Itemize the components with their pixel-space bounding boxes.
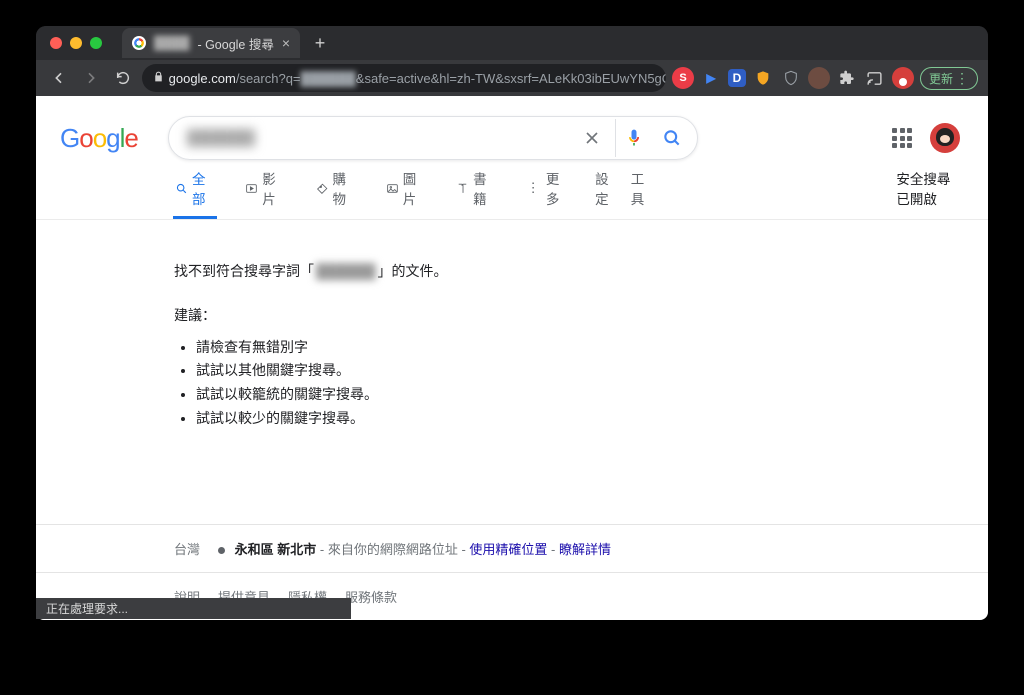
list-item: 試試以較籠統的關鍵字搜尋。 [196, 383, 988, 407]
noresult-post: 」的文件。 [378, 263, 448, 279]
address-domain: google.com [169, 71, 236, 86]
footer-location-row: 台灣 永和區 新北市 - 來自你的網際網路位址 - 使用精確位置 - 瞭解詳情 [36, 524, 988, 572]
tab-books-label: 書籍 [473, 168, 496, 208]
google-favicon-icon [132, 36, 146, 50]
tab-images-label: 圖片 [403, 168, 426, 208]
tab-title-blurred: ████ [154, 36, 189, 50]
suggestions-list: 請檢查有無錯別字 試試以其他關鍵字搜尋。 試試以較籠統的關鍵字搜尋。 試試以較少… [196, 336, 988, 431]
search-box[interactable] [168, 116, 698, 160]
footer-loc-suffix: - 來自你的網際網路位址 - [320, 542, 470, 557]
no-results-message: 找不到符合搜尋字詞「██████」的文件。 [174, 260, 988, 284]
toolbar: google.com /search?q= ██████ &safe=activ… [36, 60, 988, 96]
tab-books[interactable]: 書籍 [454, 168, 498, 219]
lock-icon [152, 70, 165, 86]
learn-more-link[interactable]: 瞭解詳情 [559, 542, 611, 557]
noresult-term-blurred: ██████ [314, 263, 378, 279]
window-close-button[interactable] [50, 37, 62, 49]
extension-d-icon[interactable]: D [728, 69, 746, 87]
page-content: Google [36, 96, 988, 620]
google-apps-icon[interactable] [892, 128, 912, 148]
tab-videos-label: 影片 [262, 168, 285, 208]
status-text: 正在處理要求... [46, 600, 128, 617]
window-maximize-button[interactable] [90, 37, 102, 49]
use-precise-location-link[interactable]: 使用精確位置 [469, 542, 547, 557]
list-item: 試試以其他關鍵字搜尋。 [196, 359, 988, 383]
voice-search-button[interactable] [615, 119, 653, 157]
cast-icon[interactable] [864, 67, 886, 89]
tab-title-suffix: - Google 搜尋 [197, 34, 273, 53]
extension-s-icon[interactable]: S [672, 67, 694, 89]
location-dot-icon [218, 547, 225, 554]
account-avatar-icon[interactable] [930, 123, 960, 153]
forward-button[interactable] [78, 65, 104, 91]
tab-images[interactable]: 圖片 [384, 168, 428, 219]
window-minimize-button[interactable] [70, 37, 82, 49]
list-item: 試試以較少的關鍵字搜尋。 [196, 407, 988, 431]
footer-country: 台灣 [174, 539, 200, 558]
tools-link[interactable]: 工具 [631, 168, 649, 208]
search-button[interactable] [653, 119, 691, 157]
browser-window: ████ - Google 搜尋 × + google.com /search?… [36, 26, 988, 620]
tab-shopping-label: 購物 [333, 168, 356, 208]
results-area: 找不到符合搜尋字詞「██████」的文件。 建議： 請檢查有無錯別字 試試以其他… [36, 220, 988, 431]
extension-play-icon[interactable]: ▶ [700, 67, 722, 89]
header-right-icons [892, 123, 988, 153]
reload-button[interactable] [110, 65, 136, 91]
extension-acorn-icon[interactable] [808, 67, 830, 89]
tab-videos[interactable]: 影片 [243, 168, 287, 219]
tab-all-label: 全部 [192, 168, 215, 208]
settings-link[interactable]: 設定 [595, 168, 613, 208]
new-tab-button[interactable]: + [308, 31, 332, 55]
extension-shield1-icon[interactable] [752, 67, 774, 89]
status-bar-overlay: 正在處理要求... [36, 598, 351, 619]
tab-shopping[interactable]: 購物 [314, 168, 358, 219]
footer-location: 永和區 新北市 - 來自你的網際網路位址 - 使用精確位置 - 瞭解詳情 [218, 539, 611, 558]
suggestions-title: 建議： [174, 304, 988, 328]
search-input[interactable] [187, 129, 573, 147]
list-item: 請檢查有無錯別字 [196, 336, 988, 360]
safesearch-label: 安全搜尋已開啟 [896, 168, 958, 208]
clear-search-button[interactable] [573, 119, 611, 157]
search-header: Google [36, 96, 988, 160]
tab-more-label: 更多 [546, 168, 567, 208]
address-query-blurred: ██████ [301, 71, 356, 86]
back-button[interactable] [46, 65, 72, 91]
extension-shield2-icon[interactable] [780, 67, 802, 89]
noresult-pre: 找不到符合搜尋字詞「 [174, 263, 314, 279]
address-bar[interactable]: google.com /search?q= ██████ &safe=activ… [142, 64, 666, 92]
browser-tab[interactable]: ████ - Google 搜尋 × [122, 28, 300, 58]
tab-strip: ████ - Google 搜尋 × + [122, 28, 332, 58]
extensions-menu-icon[interactable] [836, 67, 858, 89]
profile-avatar-icon[interactable] [892, 67, 914, 89]
tab-close-button[interactable]: × [282, 36, 290, 50]
window-controls [50, 37, 102, 49]
tab-more[interactable]: ⋮ 更多 [524, 168, 569, 219]
titlebar: ████ - Google 搜尋 × + [36, 26, 988, 60]
search-tabs: 全部 影片 購物 圖片 書籍 ⋮ 更多 設定 [36, 180, 988, 220]
address-path-rest: &safe=active&hl=zh-TW&sxsrf=ALeKk03ibEUw… [356, 71, 666, 86]
update-label: 更新 [929, 70, 953, 87]
google-logo[interactable]: Google [60, 125, 138, 151]
address-path-start: /search?q= [236, 71, 301, 86]
footer-terms-link[interactable]: 服務條款 [345, 587, 397, 606]
footer-district: 永和區 新北市 [235, 542, 317, 557]
tab-all[interactable]: 全部 [173, 168, 217, 219]
update-button[interactable]: 更新 ⋮ [920, 67, 978, 90]
